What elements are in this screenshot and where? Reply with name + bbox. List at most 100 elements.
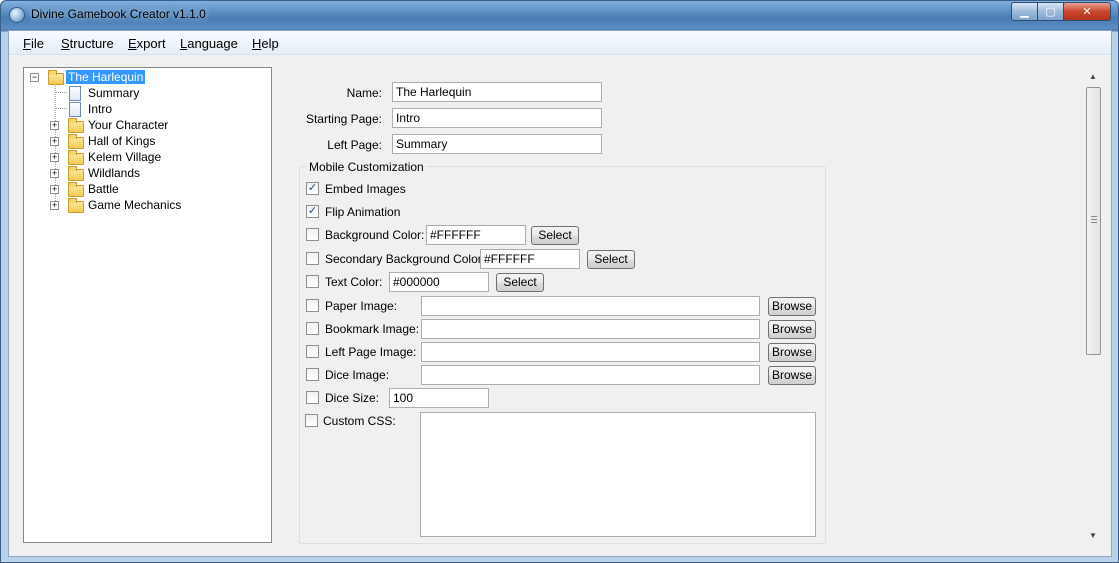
structure-tree[interactable]: − The Harlequin Summary Intro + Your Cha… — [23, 67, 272, 543]
paper-image-field[interactable] — [421, 296, 760, 316]
starting-page-label: Starting Page: — [305, 112, 382, 126]
dice-image-browse-button[interactable]: Browse — [768, 366, 816, 385]
close-button[interactable]: ✕ — [1063, 2, 1111, 21]
minimize-icon: ▁ — [1020, 6, 1029, 18]
client-area: File Structure Export Language Help − Th… — [8, 30, 1112, 557]
background-color-checkbox[interactable] — [306, 228, 319, 241]
left-page-image-checkbox[interactable] — [306, 345, 319, 358]
menu-structure[interactable]: Structure — [61, 36, 114, 51]
background-color-select-button[interactable]: Select — [531, 226, 579, 245]
secondary-background-color-field[interactable]: #FFFFFF — [480, 249, 580, 269]
folder-icon — [68, 166, 84, 181]
collapse-icon[interactable]: − — [30, 73, 39, 82]
tree-item-folder[interactable]: + Hall of Kings — [24, 134, 264, 150]
secondary-background-color-checkbox[interactable] — [306, 252, 319, 265]
paper-image-checkbox[interactable] — [306, 299, 319, 312]
tree-item-label: The Harlequin — [66, 70, 146, 84]
folder-icon — [68, 182, 84, 197]
tree-item-intro[interactable]: Intro — [24, 102, 264, 118]
flip-animation-checkbox[interactable]: ✓ — [306, 205, 319, 218]
folder-icon — [68, 134, 84, 149]
tree-item-folder[interactable]: + Kelem Village — [24, 150, 264, 166]
tree-item-label: Game Mechanics — [88, 198, 182, 212]
embed-images-checkbox[interactable]: ✓ — [306, 182, 319, 195]
custom-css-label: Custom CSS: — [323, 414, 396, 428]
tree-item-label: Hall of Kings — [88, 134, 156, 148]
paper-image-browse-button[interactable]: Browse — [768, 297, 816, 316]
expand-icon[interactable]: + — [50, 153, 59, 162]
maximize-button[interactable]: ▢ — [1037, 2, 1064, 21]
dice-size-field[interactable]: 100 — [389, 388, 489, 408]
secondary-background-color-label: Secondary Background Color: — [325, 252, 486, 266]
expand-icon[interactable]: + — [50, 201, 59, 210]
expand-icon[interactable]: + — [50, 137, 59, 146]
bookmark-image-browse-button[interactable]: Browse — [768, 320, 816, 339]
tree-item-root[interactable]: − The Harlequin — [24, 70, 264, 86]
name-label: Name: — [346, 86, 382, 100]
tree-item-folder[interactable]: + Wildlands — [24, 166, 264, 182]
background-color-field[interactable]: #FFFFFF — [426, 225, 526, 245]
window-title: Divine Gamebook Creator v1.1.0 — [31, 7, 206, 21]
dice-image-field[interactable] — [421, 365, 760, 385]
menu-file[interactable]: File — [23, 36, 44, 51]
group-caption: Mobile Customization — [307, 160, 426, 174]
bookmark-image-label: Bookmark Image: — [325, 322, 420, 336]
maximize-icon: ▢ — [1045, 6, 1056, 18]
expand-icon[interactable]: + — [50, 121, 59, 130]
scroll-thumb[interactable] — [1086, 87, 1101, 355]
tree-item-label: Kelem Village — [88, 150, 162, 164]
menu-help[interactable]: Help — [252, 36, 279, 51]
text-color-field[interactable]: #000000 — [389, 272, 489, 292]
embed-images-label: Embed Images — [325, 182, 406, 196]
tree-item-label: Summary — [88, 86, 140, 100]
app-globe-icon[interactable] — [9, 7, 25, 23]
tree-item-folder[interactable]: + Your Character — [24, 118, 264, 134]
scroll-down-icon[interactable]: ▼ — [1089, 531, 1097, 540]
left-page-image-field[interactable] — [421, 342, 760, 362]
text-color-label: Text Color: — [325, 275, 383, 289]
flip-animation-label: Flip Animation — [325, 205, 401, 219]
tree-item-label: Intro — [88, 102, 113, 116]
minimize-button[interactable]: ▁ — [1011, 2, 1038, 21]
tree-item-folder[interactable]: + Game Mechanics — [24, 198, 264, 214]
tree-item-label: Battle — [88, 182, 119, 196]
tree-item-label: Your Character — [88, 118, 169, 132]
paper-image-label: Paper Image: — [325, 299, 398, 313]
bookmark-image-checkbox[interactable] — [306, 322, 319, 335]
left-page-field[interactable]: Summary — [392, 134, 602, 154]
folder-open-icon — [48, 70, 64, 85]
background-color-label: Background Color: — [325, 228, 425, 242]
dice-image-label: Dice Image: — [325, 368, 390, 382]
starting-page-field[interactable]: Intro — [392, 108, 602, 128]
bookmark-image-field[interactable] — [421, 319, 760, 339]
dice-size-checkbox[interactable] — [306, 391, 319, 404]
text-color-select-button[interactable]: Select — [496, 273, 544, 292]
app-window: Divine Gamebook Creator v1.1.0 ▁ ▢ ✕ Fil… — [0, 0, 1119, 563]
custom-css-checkbox[interactable] — [305, 414, 318, 427]
left-page-image-browse-button[interactable]: Browse — [768, 343, 816, 362]
page-icon — [69, 86, 81, 101]
name-field[interactable]: The Harlequin — [392, 82, 602, 102]
dice-size-label: Dice Size: — [325, 391, 380, 405]
scroll-up-icon[interactable]: ▲ — [1089, 72, 1097, 81]
left-page-image-label: Left Page Image: — [325, 345, 417, 359]
tree-item-folder[interactable]: + Battle — [24, 182, 264, 198]
page-icon — [69, 102, 81, 117]
custom-css-textarea[interactable] — [420, 412, 816, 537]
secondary-background-color-select-button[interactable]: Select — [587, 250, 635, 269]
expand-icon[interactable]: + — [50, 169, 59, 178]
left-page-label: Left Page: — [327, 138, 382, 152]
menu-language[interactable]: Language — [180, 36, 238, 51]
close-icon: ✕ — [1082, 6, 1092, 18]
folder-icon — [68, 198, 84, 213]
grip-icon — [1091, 216, 1097, 223]
menu-export[interactable]: Export — [128, 36, 166, 51]
tree-item-summary[interactable]: Summary — [24, 86, 264, 102]
vertical-scrollbar[interactable]: ▲ ▼ — [1085, 69, 1102, 543]
expand-icon[interactable]: + — [50, 185, 59, 194]
text-color-checkbox[interactable] — [306, 275, 319, 288]
dice-image-checkbox[interactable] — [306, 368, 319, 381]
menu-bar: File Structure Export Language Help — [9, 31, 1111, 55]
title-bar[interactable]: Divine Gamebook Creator v1.1.0 ▁ ▢ ✕ — [1, 1, 1118, 29]
tree-item-label: Wildlands — [88, 166, 141, 180]
